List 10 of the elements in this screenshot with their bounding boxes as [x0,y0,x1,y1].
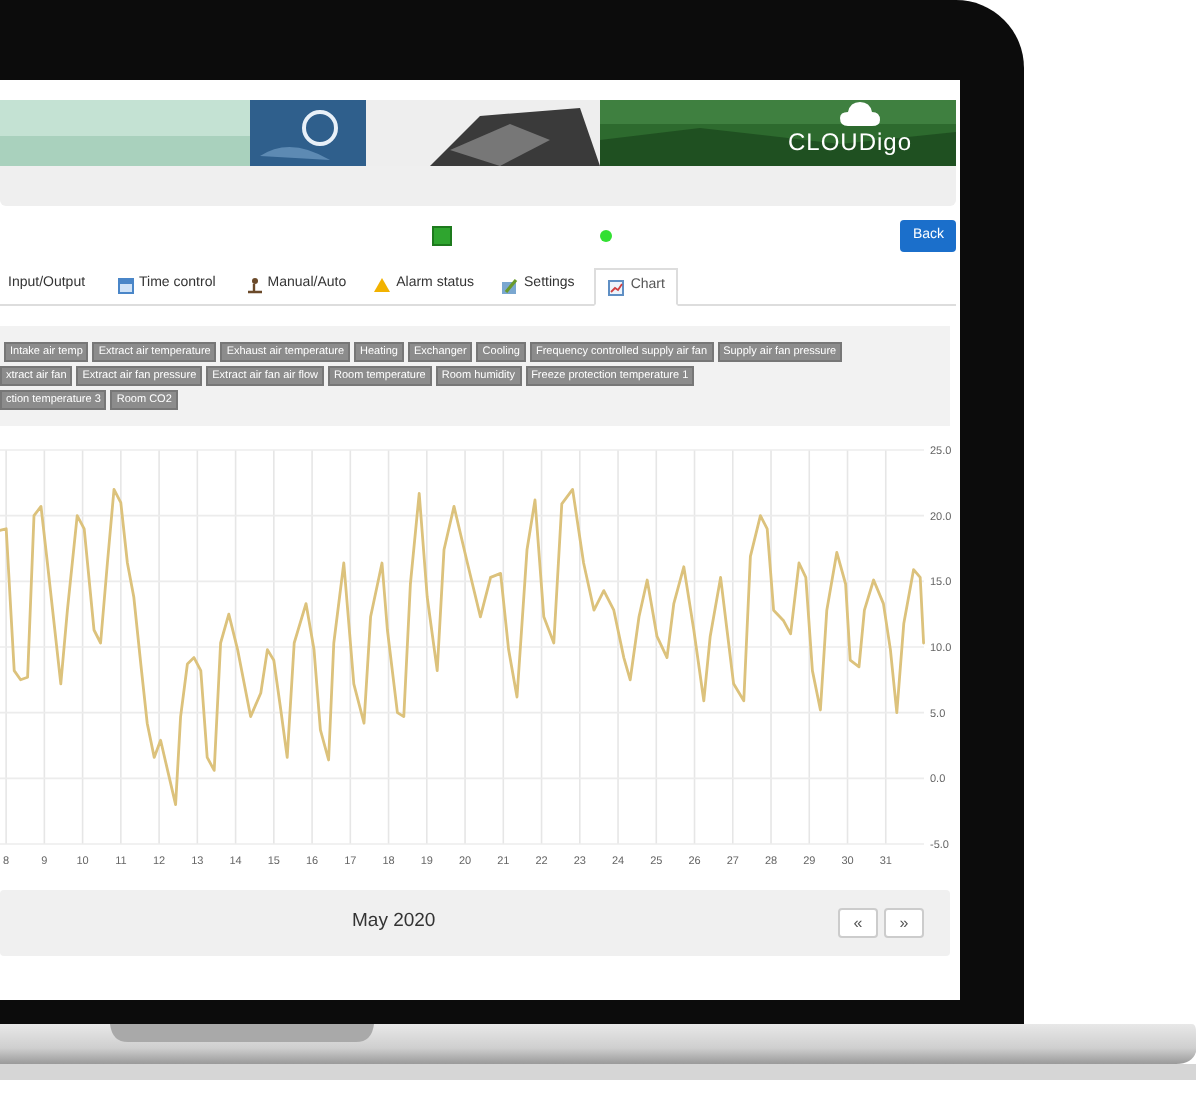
warning-icon [374,278,391,292]
logo-text: CLOUDigo [788,128,913,156]
status-square-icon [432,226,452,246]
cloud-icon [840,102,880,126]
figure-icon [247,277,262,293]
period-label: May 2020 [352,908,436,937]
chart-icon [608,279,625,295]
next-button[interactable]: » [884,908,924,938]
previous-button[interactable]: « [838,908,878,938]
calendar-icon [117,277,134,293]
